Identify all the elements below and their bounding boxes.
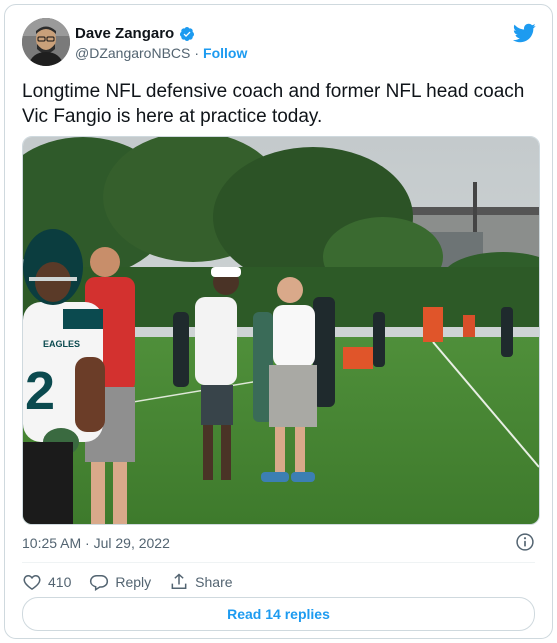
tweet-timestamp[interactable]: 10:25 AM · Jul 29, 2022 (22, 535, 170, 551)
handle-separator: · (194, 45, 200, 61)
share-button[interactable]: Share (169, 572, 233, 592)
author-handle-row: @DZangaroNBCS · Follow (75, 45, 247, 61)
twitter-bird-icon[interactable] (512, 21, 536, 45)
follow-button[interactable]: Follow (203, 45, 247, 61)
author-handle[interactable]: @DZangaroNBCS (75, 45, 190, 61)
tweet-text: Longtime NFL defensive coach and former … (22, 81, 525, 127)
reply-button[interactable]: Reply (89, 572, 151, 592)
divider (22, 562, 535, 563)
author-name-row: Dave Zangaro (75, 25, 195, 42)
like-button[interactable]: 410 (22, 572, 71, 592)
info-icon[interactable] (515, 532, 535, 552)
share-icon (171, 573, 187, 589)
tweet-actions: 410 Reply Share (22, 572, 251, 592)
author-avatar[interactable] (22, 18, 70, 66)
verified-badge-icon (180, 26, 195, 41)
tweet-card: Dave Zangaro @DZangaroNBCS · Follow Long… (4, 4, 553, 639)
tweet-photo[interactable]: 2 EAGLES (22, 136, 540, 525)
reply-label: Reply (115, 574, 152, 590)
share-label: Share (195, 574, 233, 590)
author-name[interactable]: Dave Zangaro (75, 25, 174, 42)
jersey-number: 2 (25, 361, 55, 421)
practice-field-photo: 2 EAGLES (23, 137, 539, 524)
read-replies-button[interactable]: Read 14 replies (22, 597, 535, 631)
reply-bubble-icon (90, 575, 109, 592)
jersey-text: EAGLES (43, 339, 80, 349)
like-count: 410 (48, 574, 72, 590)
heart-icon (23, 574, 41, 590)
